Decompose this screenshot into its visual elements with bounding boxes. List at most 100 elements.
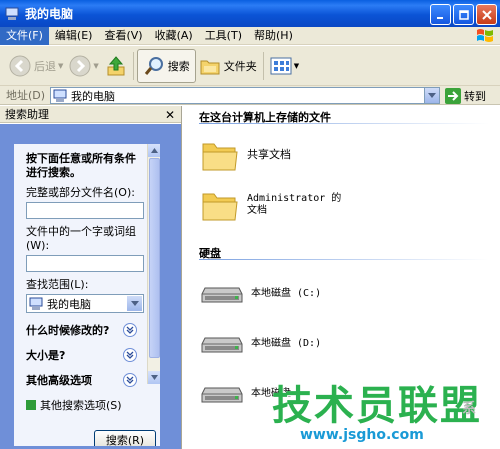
watermark-url: www.jsgho.com bbox=[300, 427, 424, 443]
look-in-value: 我的电脑 bbox=[47, 297, 91, 311]
back-dropdown-icon[interactable]: ▼ bbox=[58, 62, 63, 70]
my-computer-icon bbox=[5, 7, 19, 20]
go-label: 转到 bbox=[464, 90, 486, 103]
address-dropdown-button[interactable] bbox=[424, 88, 439, 103]
views-icon bbox=[270, 57, 292, 74]
folders-button[interactable]: 文件夹 bbox=[196, 49, 260, 83]
look-in-dropdown-button[interactable] bbox=[127, 296, 142, 311]
look-in-label: 查找范围(L): bbox=[26, 278, 89, 291]
maximize-icon bbox=[458, 9, 469, 20]
toolbar-separator bbox=[132, 51, 134, 80]
address-label: 地址(D) bbox=[6, 89, 46, 102]
back-button[interactable]: 后退 ▼ bbox=[6, 49, 66, 83]
hard-disk-icon bbox=[201, 287, 243, 303]
more-search-options-link[interactable]: 其他搜索选项(S) bbox=[26, 397, 137, 413]
close-icon bbox=[481, 9, 492, 20]
forward-dropdown-icon[interactable]: ▼ bbox=[93, 62, 98, 70]
search-pane-scrollbar[interactable] bbox=[147, 144, 160, 384]
menu-help[interactable]: 帮助(H) bbox=[248, 27, 299, 45]
search-pane-header: 搜索助理 bbox=[0, 106, 181, 123]
menu-view[interactable]: 查看(V) bbox=[98, 27, 148, 45]
back-label: 后退 bbox=[34, 59, 56, 73]
go-arrow-icon bbox=[445, 88, 461, 104]
hard-disk-icon bbox=[201, 337, 243, 353]
windows-logo-icon bbox=[477, 29, 493, 42]
search-pane-title: 搜索助理 bbox=[5, 108, 49, 121]
group-divider bbox=[199, 123, 489, 124]
shared-documents-folder[interactable]: 共享文档 bbox=[201, 138, 291, 172]
more-options-label: 其他搜索选项(S) bbox=[40, 399, 122, 412]
my-computer-icon bbox=[29, 297, 43, 310]
words-input[interactable] bbox=[26, 255, 144, 272]
local-disk-c[interactable]: 本地磁盘 (C:) bbox=[201, 282, 321, 306]
search-submit-button[interactable]: 搜索(R) bbox=[94, 430, 156, 446]
menu-file[interactable]: 文件(F) bbox=[0, 26, 49, 45]
advanced-options-label: 其他高级选项 bbox=[26, 374, 92, 387]
window-title: 我的电脑 bbox=[25, 7, 74, 21]
title-bar[interactable]: 我的电脑 bbox=[0, 0, 500, 27]
views-dropdown-icon[interactable]: ▼ bbox=[294, 62, 299, 70]
chevron-down-icon bbox=[428, 92, 436, 98]
expand-chevron-icon[interactable] bbox=[123, 348, 137, 362]
menu-favorites[interactable]: 收藏(A) bbox=[149, 27, 199, 45]
size-label: 大小是? bbox=[26, 349, 66, 362]
when-modified-section[interactable]: 什么时候修改的? bbox=[26, 322, 137, 338]
close-pane-icon[interactable]: ✕ bbox=[165, 108, 175, 122]
scroll-up-button[interactable] bbox=[148, 144, 160, 157]
folder-label: 共享文档 bbox=[247, 148, 291, 161]
forward-arrow-icon bbox=[69, 55, 91, 76]
menu-edit[interactable]: 编辑(E) bbox=[49, 27, 99, 45]
watermark-logo: 技术员联盟 bbox=[272, 383, 482, 429]
drive-label: 本地磁盘 (C:) bbox=[251, 288, 322, 299]
menu-bar: 文件(F) 编辑(E) 查看(V) 收藏(A) 工具(T) 帮助(H) bbox=[0, 26, 500, 45]
up-folder-icon bbox=[107, 55, 125, 75]
folder-label: Administrator 的文档 bbox=[247, 193, 342, 216]
look-in-select[interactable]: 我的电脑 bbox=[26, 294, 144, 313]
search-prompt: 按下面任意或所有条件进行搜索。 bbox=[26, 152, 136, 179]
expand-chevron-icon[interactable] bbox=[123, 373, 137, 387]
back-arrow-icon bbox=[9, 55, 31, 76]
minimize-button[interactable] bbox=[430, 4, 451, 25]
search-button[interactable]: 搜索 bbox=[136, 48, 196, 83]
advanced-options-section[interactable]: 其他高级选项 bbox=[26, 372, 137, 388]
address-bar: 地址(D) 我的电脑 转到 bbox=[0, 86, 500, 105]
maximize-button[interactable] bbox=[453, 4, 474, 25]
forward-button[interactable]: ▼ bbox=[66, 49, 101, 83]
drive-label: 本地磁盘 (D:) bbox=[251, 338, 322, 349]
watermark-tail: 系 bbox=[462, 401, 476, 417]
when-modified-label: 什么时候修改的? bbox=[26, 324, 110, 337]
my-computer-icon bbox=[53, 89, 67, 102]
chevron-down-icon bbox=[130, 300, 139, 306]
search-label: 搜索 bbox=[167, 59, 190, 73]
address-value: 我的电脑 bbox=[71, 89, 115, 103]
group-divider bbox=[199, 259, 489, 260]
folders-icon bbox=[200, 60, 220, 74]
hard-disk-icon bbox=[201, 387, 243, 403]
words-label: 文件中的一个字或词组(W): bbox=[26, 225, 136, 252]
scroll-down-button[interactable] bbox=[148, 371, 160, 384]
address-field[interactable]: 我的电脑 bbox=[50, 87, 440, 104]
close-button[interactable] bbox=[476, 4, 497, 25]
minimize-icon bbox=[436, 16, 443, 19]
search-options-icon bbox=[26, 400, 36, 410]
search-form-panel: 按下面任意或所有条件进行搜索。 完整或部分文件名(O): 文件中的一个字或词组(… bbox=[14, 144, 160, 446]
folder-icon bbox=[202, 143, 238, 171]
search-icon bbox=[144, 56, 163, 75]
folders-label: 文件夹 bbox=[223, 59, 257, 73]
expand-chevron-icon[interactable] bbox=[123, 323, 137, 337]
menu-tools[interactable]: 工具(T) bbox=[199, 27, 248, 45]
go-button[interactable]: 转到 bbox=[445, 88, 486, 104]
filename-input[interactable] bbox=[26, 202, 144, 219]
chevron-down-icon bbox=[151, 375, 158, 380]
search-assistant-pane: 搜索助理 ✕ 按下面任意或所有条件进行搜索。 完整或部分文件名(O): 文件中的… bbox=[0, 106, 182, 449]
toolbar-separator bbox=[262, 51, 264, 80]
chevron-up-icon bbox=[151, 148, 158, 153]
up-button[interactable] bbox=[102, 49, 130, 83]
size-section[interactable]: 大小是? bbox=[26, 347, 137, 363]
local-disk-d[interactable]: 本地磁盘 (D:) bbox=[201, 332, 321, 356]
toolbar: 后退 ▼ ▼ 搜索 文件夹 ▼ bbox=[0, 46, 500, 86]
views-button[interactable]: ▼ bbox=[267, 49, 302, 83]
admin-documents-folder[interactable]: Administrator 的文档 bbox=[201, 188, 347, 222]
scroll-thumb[interactable] bbox=[149, 158, 160, 358]
filename-label: 完整或部分文件名(O): bbox=[26, 186, 135, 199]
